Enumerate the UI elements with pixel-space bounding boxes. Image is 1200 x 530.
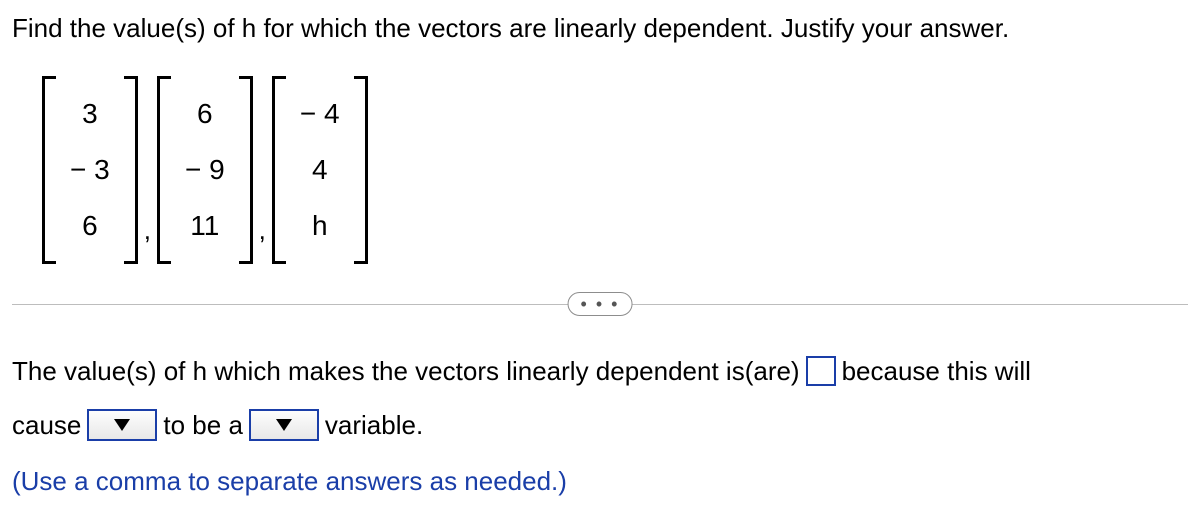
bracket-left-icon — [272, 76, 286, 264]
bracket-left-icon — [42, 76, 56, 264]
hint-text: (Use a comma to separate answers as need… — [12, 455, 1188, 507]
vector-3: − 4 4 h — [272, 76, 368, 264]
vector-cell: − 3 — [70, 142, 110, 198]
more-button[interactable]: • • • — [568, 292, 633, 316]
answer-text: variable. — [325, 399, 423, 451]
vector-cell: h — [300, 198, 340, 254]
vector-column: − 4 4 h — [286, 76, 354, 264]
vector-cell: 4 — [300, 142, 340, 198]
dropdown-1[interactable] — [87, 409, 157, 441]
vector-cell: − 4 — [300, 86, 340, 142]
vector-cell: 11 — [185, 198, 225, 254]
answer-text: to be a — [163, 399, 243, 451]
answer-text: The value(s) of h which makes the vector… — [12, 345, 800, 397]
vector-cell: − 9 — [185, 142, 225, 198]
answer-text: cause — [12, 399, 81, 451]
vector-2: 6 − 9 11 — [157, 76, 253, 264]
vector-column: 3 − 3 6 — [56, 76, 124, 264]
separator: , — [144, 215, 151, 246]
vector-1: 3 − 3 6 — [42, 76, 138, 264]
vector-cell: 6 — [70, 198, 110, 254]
chevron-down-icon — [276, 419, 292, 431]
dropdown-2[interactable] — [249, 409, 319, 441]
answer-line-2: cause to be a variable. — [12, 399, 1188, 451]
separator: , — [259, 215, 266, 246]
bracket-left-icon — [157, 76, 171, 264]
vectors-row: 3 − 3 6 , 6 − 9 11 , − 4 4 h — [42, 76, 1188, 264]
question-text: Find the value(s) of h for which the vec… — [12, 10, 1188, 46]
answer-block: The value(s) of h which makes the vector… — [12, 345, 1188, 507]
vector-cell: 6 — [185, 86, 225, 142]
vector-cell: 3 — [70, 86, 110, 142]
bracket-right-icon — [124, 76, 138, 264]
divider: • • • — [12, 304, 1188, 305]
chevron-down-icon — [114, 419, 130, 431]
answer-input[interactable] — [806, 356, 836, 386]
vector-column: 6 − 9 11 — [171, 76, 239, 264]
bracket-right-icon — [354, 76, 368, 264]
answer-line-1: The value(s) of h which makes the vector… — [12, 345, 1188, 397]
answer-text: because this will — [842, 345, 1031, 397]
bracket-right-icon — [239, 76, 253, 264]
